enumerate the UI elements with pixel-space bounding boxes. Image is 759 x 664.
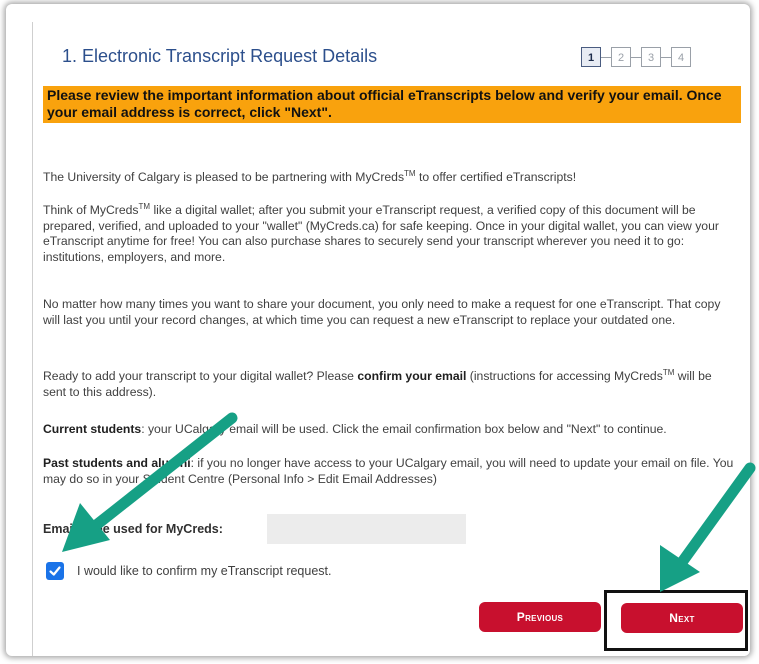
step-1: 1 bbox=[581, 47, 601, 67]
step-connector bbox=[661, 56, 671, 58]
step-3: 3 bbox=[641, 47, 661, 67]
past-students-paragraph: Past students and alumni: if you no long… bbox=[43, 456, 734, 486]
share-paragraph: No matter how many times you want to sha… bbox=[43, 297, 721, 327]
screenshot-frame: 1. Electronic Transcript Request Details… bbox=[6, 4, 750, 656]
email-field[interactable] bbox=[267, 514, 466, 544]
intro-paragraph: The University of Calgary is pleased to … bbox=[43, 168, 577, 184]
step-connector bbox=[601, 56, 611, 58]
wallet-paragraph: Think of MyCredsTM like a digital wallet… bbox=[43, 201, 719, 264]
step-2: 2 bbox=[611, 47, 631, 67]
previous-button[interactable]: Previous bbox=[479, 602, 601, 632]
notice-banner: Please review the important information … bbox=[43, 86, 741, 123]
confirm-email-paragraph: Ready to add your transcript to your dig… bbox=[43, 367, 712, 399]
step-indicator: 1 2 3 4 bbox=[581, 47, 691, 67]
next-button-highlight bbox=[604, 590, 748, 651]
current-students-paragraph: Current students: your UCalgary email wi… bbox=[43, 422, 667, 436]
confirm-checkbox-label[interactable]: I would like to confirm my eTranscript r… bbox=[77, 564, 332, 578]
email-label: Email to be used for MyCreds: bbox=[43, 522, 223, 536]
confirm-checkbox[interactable] bbox=[46, 562, 64, 580]
checkmark-icon bbox=[49, 566, 61, 576]
step-4: 4 bbox=[671, 47, 691, 67]
step-connector bbox=[631, 56, 641, 58]
request-panel: 1. Electronic Transcript Request Details… bbox=[32, 22, 745, 656]
page-title: 1. Electronic Transcript Request Details bbox=[62, 46, 378, 66]
